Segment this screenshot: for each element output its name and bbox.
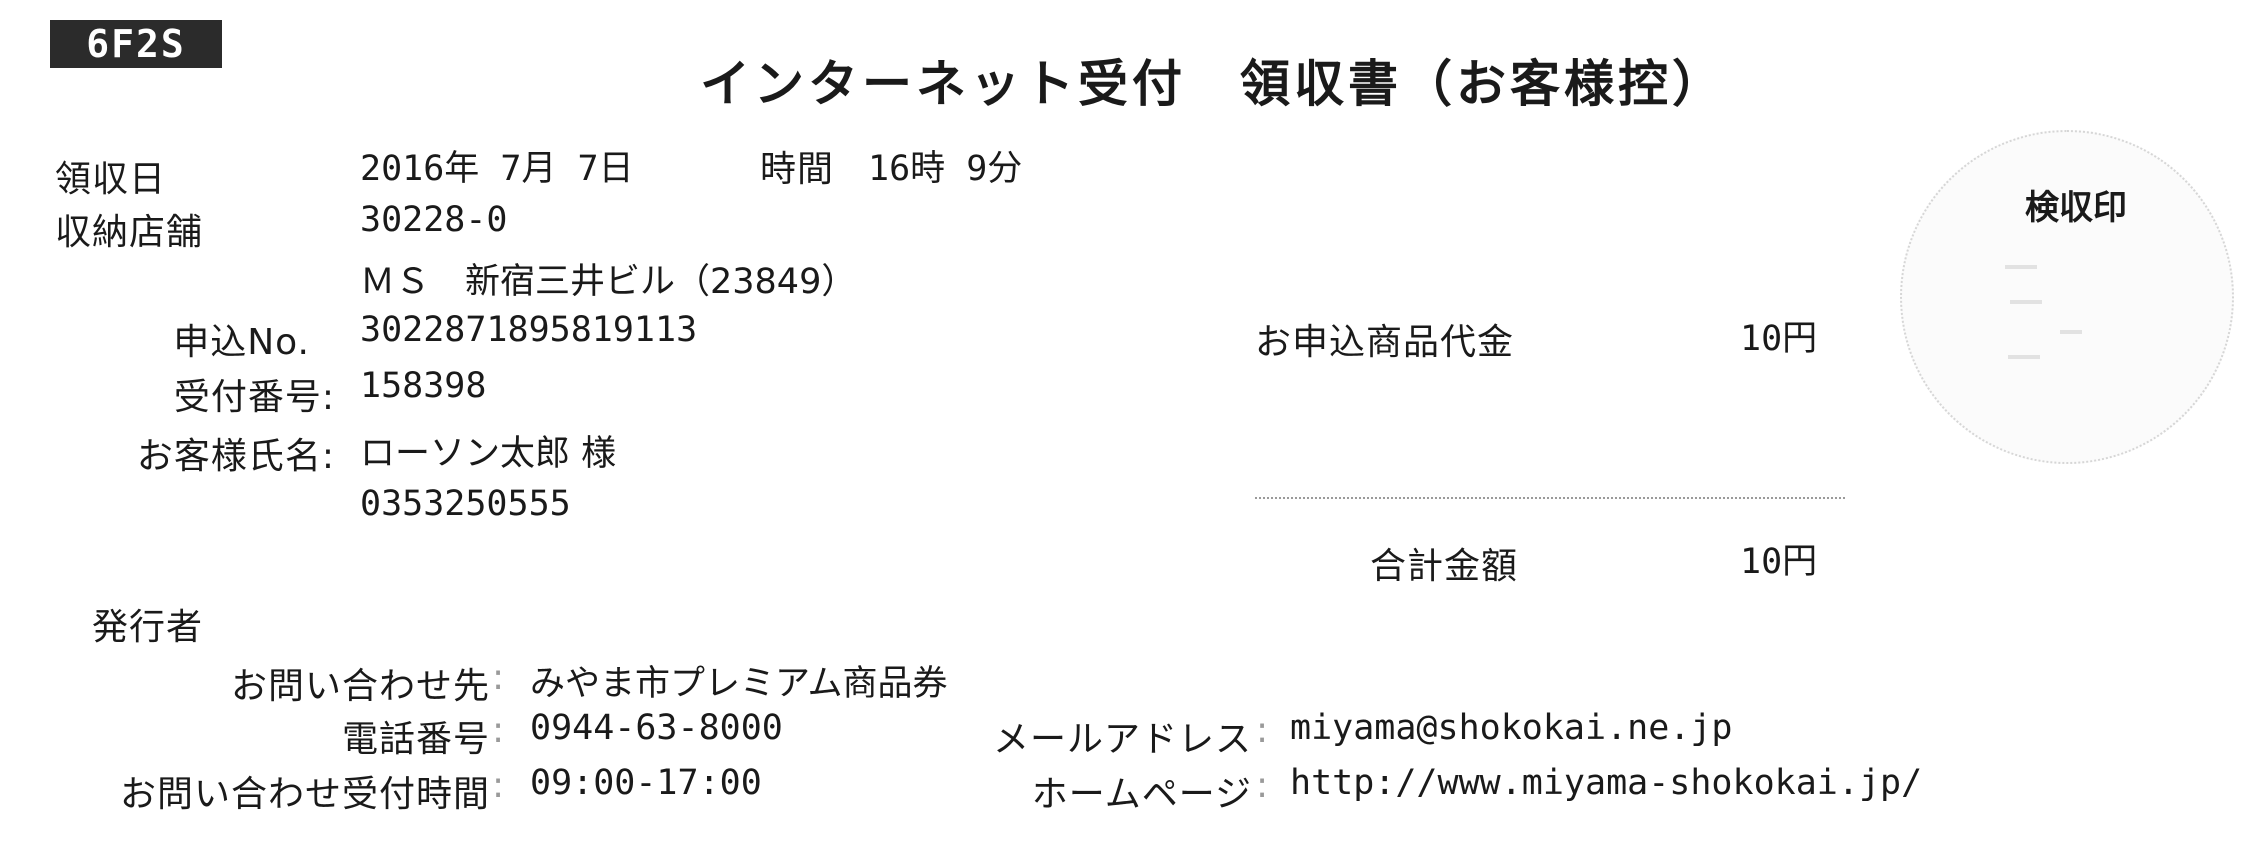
email-label: メールアドレス bbox=[992, 719, 1252, 760]
phone-colon: : bbox=[492, 710, 506, 751]
contact-label: お問い合わせ先 bbox=[230, 666, 490, 707]
total-amount-value: 10円 bbox=[1740, 542, 1818, 582]
receipt-code-badge: 6F2S bbox=[50, 20, 222, 68]
store-label: 収納店舗 bbox=[55, 212, 204, 253]
product-price-label: お申込商品代金 bbox=[1255, 322, 1515, 363]
stamp-faint-mark bbox=[2060, 330, 2082, 334]
receipt-date-value: 2016年 7月 7日 bbox=[360, 149, 634, 189]
store-name: ＭＳ 新宿三井ビル（23849） bbox=[360, 262, 857, 302]
hours-colon: : bbox=[492, 765, 506, 806]
total-divider bbox=[1255, 497, 1845, 499]
product-price-value: 10円 bbox=[1740, 319, 1818, 359]
receipt-title: インターネット受付 領収書（お客様控） bbox=[700, 55, 1726, 113]
receipt-time-value: 16時 9分 bbox=[868, 149, 1023, 189]
email-link[interactable]: miyama@shokokai.ne.jp bbox=[1290, 708, 1733, 748]
homepage-colon: : bbox=[1256, 765, 1270, 806]
customer-name-value: ローソン太郎 様 bbox=[360, 434, 617, 474]
email-colon: : bbox=[1256, 710, 1270, 751]
store-code: 30228-0 bbox=[360, 200, 508, 240]
phone-value: 0944-63-8000 bbox=[530, 708, 783, 748]
customer-phone-value: 0353250555 bbox=[360, 484, 571, 524]
phone-label: 電話番号 bbox=[341, 719, 490, 760]
contact-colon: : bbox=[492, 657, 506, 698]
hours-label: お問い合わせ受付時間 bbox=[119, 774, 490, 815]
reception-no-label: 受付番号: bbox=[173, 377, 335, 418]
contact-value: みやま市プレミアム商品券 bbox=[530, 664, 948, 704]
stamp-faint-mark bbox=[2008, 355, 2040, 359]
homepage-link[interactable]: http://www.miyama-shokokai.jp/ bbox=[1290, 763, 1922, 803]
customer-name-label: お客様氏名: bbox=[136, 436, 335, 477]
receipt-date-label: 領収日 bbox=[55, 159, 167, 200]
issuer-heading: 発行者 bbox=[92, 607, 204, 648]
homepage-label: ホームページ bbox=[1031, 774, 1252, 815]
total-amount-label: 合計金額 bbox=[1370, 546, 1519, 587]
stamp-faint-mark bbox=[2010, 300, 2042, 304]
inspection-stamp-label: 検収印 bbox=[2025, 188, 2127, 228]
hours-value: 09:00-17:00 bbox=[530, 763, 762, 803]
receipt-time-label: 時間 bbox=[760, 149, 835, 190]
application-no-label: 申込No. bbox=[173, 322, 310, 363]
stamp-faint-mark bbox=[2005, 265, 2037, 269]
reception-no-value: 158398 bbox=[360, 366, 487, 406]
application-no-value: 3022871895819113 bbox=[360, 310, 698, 350]
